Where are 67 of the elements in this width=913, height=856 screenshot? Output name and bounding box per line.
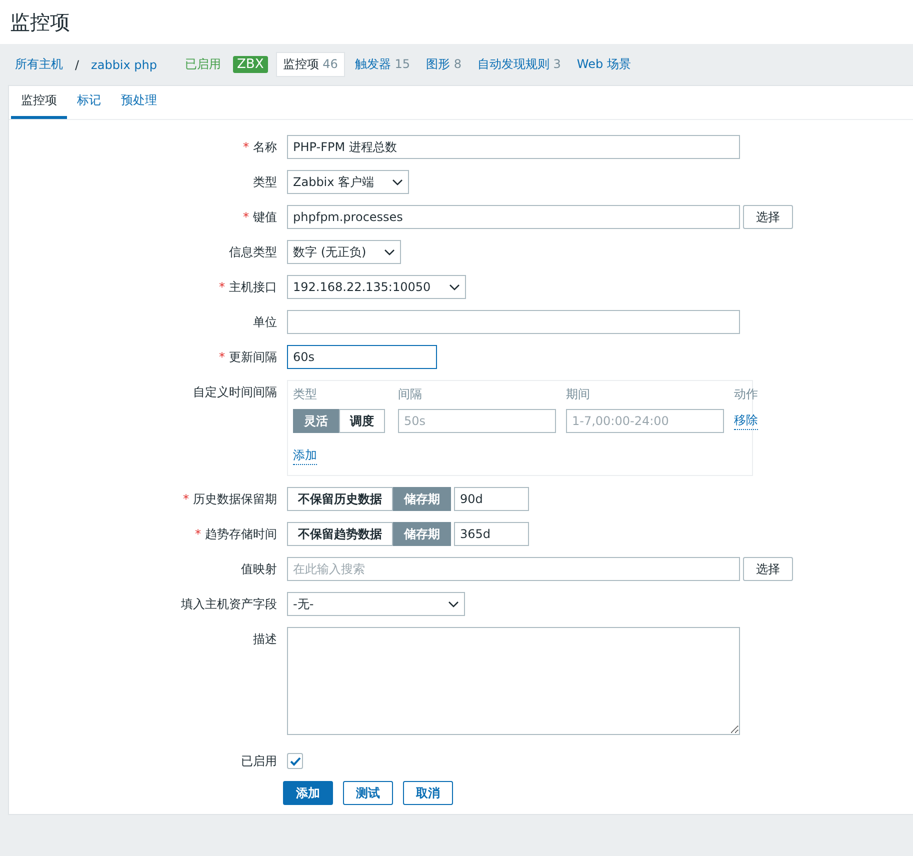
text-field[interactable] (287, 310, 740, 334)
column-header: 间隔 (398, 386, 423, 403)
nav-tab[interactable]: 触发器 15 (348, 53, 416, 76)
dropdown[interactable]: Zabbix 客户端 (287, 170, 410, 194)
nav-tab[interactable]: 自动发现规则 3 (471, 53, 567, 76)
breadcrumb-separator: / (75, 58, 80, 72)
field-label: 值映射 (241, 562, 277, 576)
add-link[interactable]: 添加 (293, 447, 317, 465)
field-label: 已启用 (241, 754, 277, 768)
required-mark: * (183, 492, 189, 506)
status-text: 已启用 (185, 56, 222, 73)
field-label: 主机接口 (229, 280, 277, 294)
breadcrumb-link[interactable]: 所有主机 (15, 56, 63, 73)
field-label: 键值 (253, 210, 277, 224)
action-button[interactable]: 测试 (343, 781, 393, 805)
required-mark: * (219, 350, 225, 364)
chevron-down-icon (392, 178, 404, 186)
toggle-button[interactable]: 不保留历史数据 (287, 487, 393, 511)
text-field[interactable]: 1-7,00:00-24:00 (566, 409, 724, 433)
required-mark: * (243, 140, 249, 154)
field-label: 信息类型 (229, 245, 277, 259)
field-label: 自定义时间间隔 (193, 385, 277, 399)
field-label: 填入主机资产字段 (181, 597, 277, 611)
text-field[interactable]: 365d (454, 522, 529, 546)
breadcrumb-link[interactable]: zabbix php (91, 58, 158, 72)
required-mark: * (195, 527, 201, 541)
select-button[interactable]: 选择 (743, 557, 793, 581)
field-label: 类型 (253, 175, 277, 189)
dropdown[interactable]: 数字 (无正负) (287, 240, 402, 264)
column-header: 期间 (566, 386, 591, 403)
action-button[interactable]: 取消 (403, 781, 453, 805)
dropdown[interactable]: -无- (287, 592, 465, 616)
text-field[interactable]: 50s (398, 409, 556, 433)
text-area[interactable] (287, 627, 740, 735)
column-header: 类型 (293, 386, 318, 403)
text-field[interactable]: PHP-FPM 进程总数 (287, 135, 740, 159)
chevron-down-icon (448, 284, 460, 290)
checkbox[interactable] (287, 753, 303, 769)
required-mark: * (219, 280, 225, 294)
nav-tab[interactable]: 监控项 46 (276, 52, 345, 77)
field-label: 趋势存储时间 (205, 527, 277, 541)
text-field[interactable]: phpfpm.processes (287, 205, 740, 229)
chevron-down-icon (384, 248, 396, 256)
tab[interactable]: 标记 (67, 86, 111, 119)
field-label: 单位 (253, 315, 277, 329)
tab[interactable]: 监控项 (11, 86, 67, 119)
agent-badge: ZBX (233, 56, 268, 73)
field-label: 更新间隔 (229, 350, 277, 364)
nav-tab[interactable]: 图形 8 (420, 53, 468, 76)
field-label: 历史数据保留期 (193, 492, 277, 506)
toggle-button[interactable]: 不保留趋势数据 (287, 522, 393, 546)
field-label: 名称 (253, 140, 277, 154)
tab[interactable]: 预处理 (111, 86, 167, 119)
text-field[interactable]: 60s (287, 345, 437, 369)
toggle-button[interactable]: 调度 (339, 409, 385, 433)
required-mark: * (243, 210, 249, 224)
field-label: 描述 (253, 632, 277, 646)
text-field[interactable]: 在此输入搜索 (287, 557, 740, 581)
page-title: 监控项 (10, 8, 70, 36)
action-button[interactable]: 添加 (283, 781, 333, 805)
column-header: 动作 (734, 386, 758, 403)
dropdown[interactable]: 192.168.22.135:10050 (287, 275, 466, 299)
remove-link[interactable]: 移除 (734, 412, 758, 430)
chevron-down-icon (448, 600, 459, 608)
text-field[interactable]: 90d (454, 487, 529, 511)
select-button[interactable]: 选择 (743, 205, 793, 229)
nav-tab[interactable]: Web 场景 (570, 53, 637, 76)
